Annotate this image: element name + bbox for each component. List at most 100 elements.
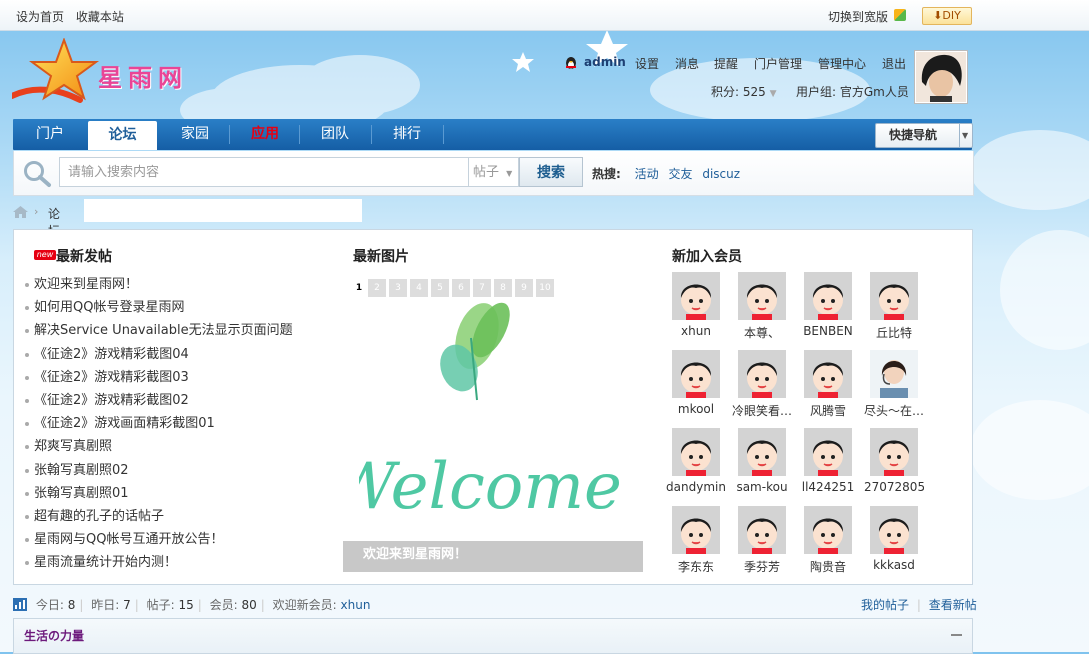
post-list-item[interactable]: 郑爽写真剧照 <box>24 435 293 458</box>
post-list-item[interactable]: 《征途2》游戏精彩截图04 <box>24 343 293 366</box>
post-list-item[interactable]: 欢迎来到星雨网！ <box>24 273 293 296</box>
slide-caption[interactable]: 欢迎来到星雨网！ <box>343 541 643 572</box>
member-avatar[interactable] <box>870 272 918 320</box>
member-name[interactable]: 270728056 <box>864 480 924 494</box>
member-avatar[interactable] <box>870 506 918 554</box>
member-name[interactable]: 季芬芳 <box>732 558 792 575</box>
member-avatar[interactable] <box>870 350 918 398</box>
post-list-item[interactable]: 解决Service Unavailable无法显示页面问题 <box>24 319 293 342</box>
latest-posts-title: 最新发帖 <box>56 249 112 265</box>
member-avatar[interactable] <box>804 506 852 554</box>
member-name[interactable]: 丘比特 <box>864 324 924 341</box>
member-avatar[interactable] <box>804 272 852 320</box>
member-name[interactable]: 李东东 <box>666 558 726 575</box>
newest-member-link[interactable]: xhun <box>341 598 371 612</box>
post-list-item[interactable]: 《征途2》游戏精彩截图03 <box>24 366 293 389</box>
admin-center-link[interactable]: 管理中心 <box>818 55 866 72</box>
member-avatar[interactable] <box>804 350 852 398</box>
latest-posts-list: 欢迎来到星雨网！ 如何用QQ帐号登录星雨网 解决Service Unavailabl… <box>24 273 293 574</box>
points-label[interactable]: 积分: 525 ▼ <box>711 83 777 100</box>
member-item[interactable]: ll424251 <box>798 428 858 494</box>
post-list-item[interactable]: 《征途2》游戏画面精彩截图01 <box>24 412 293 435</box>
member-item[interactable]: sam-kou <box>732 428 792 494</box>
nav-team[interactable]: 团队 <box>303 119 367 150</box>
search-button[interactable]: 搜索 <box>519 157 583 187</box>
member-item[interactable]: 风腾雪 <box>798 350 858 419</box>
post-list-item[interactable]: 星雨网与QQ帐号互通开放公告！ <box>24 528 293 551</box>
member-item[interactable]: 本尊、 <box>732 272 792 341</box>
post-list-item[interactable]: 如何用QQ帐号登录星雨网 <box>24 296 293 319</box>
reminders-link[interactable]: 提醒 <box>714 55 738 72</box>
member-name[interactable]: 陶贵音 <box>798 558 858 575</box>
favorite-link[interactable]: 收藏本站 <box>76 10 124 24</box>
wide-screen-icon[interactable] <box>894 9 906 21</box>
hot-word-friends[interactable]: 交友 <box>668 167 692 181</box>
search-type-select[interactable]: 帖子 ▼ <box>469 157 519 187</box>
member-name[interactable]: ll424251 <box>798 480 858 494</box>
member-item[interactable]: 丘比特 <box>864 272 924 341</box>
member-name[interactable]: 风腾雪 <box>798 402 858 419</box>
settings-link[interactable]: 设置 <box>635 55 659 72</box>
member-name[interactable]: 本尊、 <box>732 324 792 341</box>
member-avatar[interactable] <box>804 428 852 476</box>
user-avatar[interactable] <box>914 50 968 104</box>
messages-link[interactable]: 消息 <box>675 55 699 72</box>
category-title[interactable]: 生活の力量 <box>24 627 84 644</box>
nav-apps[interactable]: 应用 <box>233 119 297 150</box>
member-item[interactable]: mkool <box>666 350 726 416</box>
member-avatar[interactable] <box>738 506 786 554</box>
member-name[interactable]: 冷眼笑看… <box>732 402 792 419</box>
post-list-item[interactable]: 超有趣的孔子的话帖子 <box>24 505 293 528</box>
member-avatar[interactable] <box>672 272 720 320</box>
member-name[interactable]: sam-kou <box>732 480 792 494</box>
member-item[interactable]: 尽头～在… <box>864 350 924 419</box>
set-home-link[interactable]: 设为首页 <box>16 10 64 24</box>
nav-home[interactable]: 家园 <box>163 119 227 150</box>
top-links: 设为首页 收藏本站 <box>16 8 132 25</box>
member-item[interactable]: 陶贵音 <box>798 506 858 575</box>
member-item[interactable]: 季芬芳 <box>732 506 792 575</box>
member-item[interactable]: xhun <box>666 272 726 338</box>
post-list-item[interactable]: 张翰写真剧照01 <box>24 482 293 505</box>
member-avatar[interactable] <box>672 428 720 476</box>
quick-nav-button[interactable]: 快捷导航 ▼ <box>875 123 973 148</box>
member-avatar[interactable] <box>672 506 720 554</box>
home-icon[interactable] <box>13 206 28 218</box>
hot-word-discuz[interactable]: discuz <box>702 167 740 181</box>
member-avatar[interactable] <box>738 350 786 398</box>
member-avatar[interactable] <box>738 428 786 476</box>
member-name[interactable]: mkool <box>666 402 726 416</box>
member-name[interactable]: dandymin <box>666 480 726 494</box>
member-name[interactable]: kkkasd <box>864 558 924 572</box>
member-name[interactable]: BENBEN <box>798 324 858 338</box>
slide-image[interactable]: Welcome ! <box>330 288 668 538</box>
post-list-item[interactable]: 星雨流量统计开始内测！ <box>24 551 293 574</box>
my-posts-link[interactable]: 我的帖子 <box>861 598 909 612</box>
view-new-posts-link[interactable]: 查看新帖 <box>929 598 977 612</box>
post-links: 我的帖子 | 查看新帖 <box>861 596 977 613</box>
member-item[interactable]: 李东东 <box>666 506 726 575</box>
member-item[interactable]: kkkasd <box>864 506 924 572</box>
hot-word-activity[interactable]: 活动 <box>635 167 659 181</box>
member-item[interactable]: 冷眼笑看… <box>732 350 792 419</box>
member-item[interactable]: dandymin <box>666 428 726 494</box>
collapse-icon[interactable] <box>951 634 962 636</box>
nav-portal[interactable]: 门户 <box>21 119 79 150</box>
search-input[interactable]: 请输入搜索内容 <box>59 157 469 187</box>
member-item[interactable]: 270728056 <box>864 428 924 494</box>
nav-ranking[interactable]: 排行 <box>375 119 439 150</box>
post-list-item[interactable]: 《征途2》游戏精彩截图02 <box>24 389 293 412</box>
member-name[interactable]: 尽头～在… <box>864 402 924 419</box>
member-item[interactable]: BENBEN <box>798 272 858 338</box>
username-link[interactable]: admin <box>584 55 626 69</box>
member-avatar[interactable] <box>870 428 918 476</box>
nav-forum[interactable]: 论坛 <box>88 121 157 150</box>
portal-admin-link[interactable]: 门户管理 <box>754 55 802 72</box>
post-list-item[interactable]: 张翰写真剧照02 <box>24 459 293 482</box>
switch-wide-link[interactable]: 切换到宽版 <box>828 8 888 25</box>
member-name[interactable]: xhun <box>666 324 726 338</box>
diy-button[interactable]: ⬇DIY <box>922 7 972 25</box>
logout-link[interactable]: 退出 <box>882 55 906 72</box>
member-avatar[interactable] <box>738 272 786 320</box>
member-avatar[interactable] <box>672 350 720 398</box>
